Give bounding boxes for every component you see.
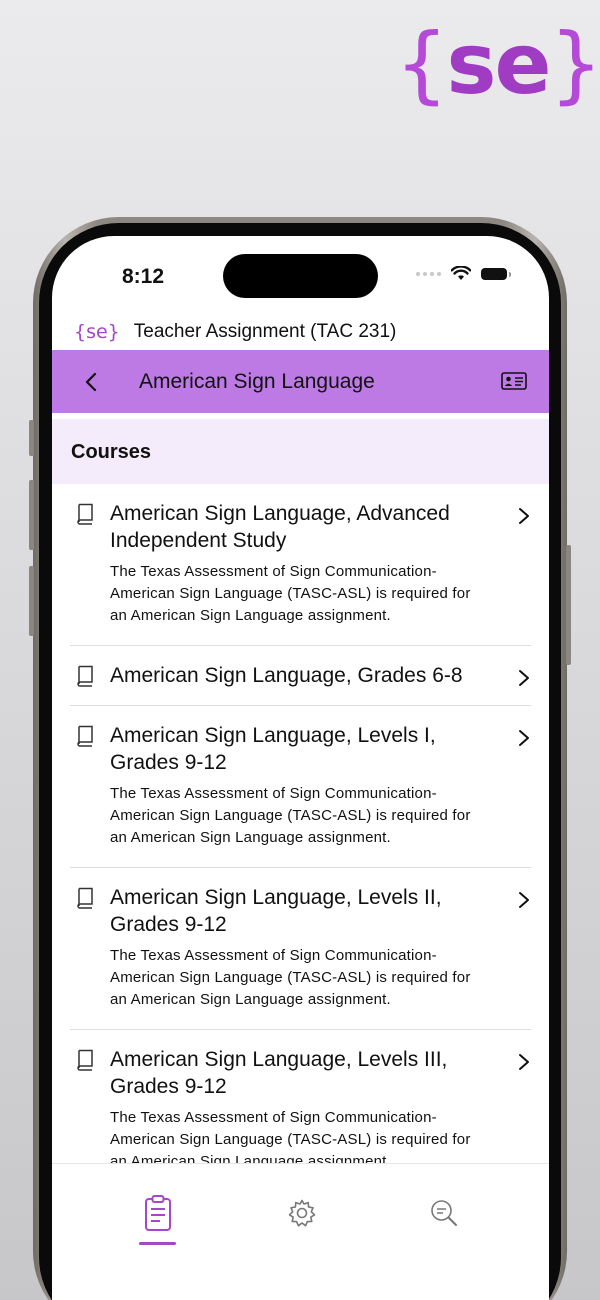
chevron-right-icon	[519, 508, 529, 524]
course-title: American Sign Language, Grades 6-8	[110, 664, 463, 687]
status-icons	[416, 266, 511, 281]
cellular-signal-icon	[416, 271, 441, 276]
tab-bar	[52, 1163, 549, 1300]
app-title: Teacher Assignment (TAC 231)	[133, 321, 397, 342]
contact-card-icon[interactable]	[501, 370, 527, 392]
gear-icon	[288, 1199, 316, 1227]
course-title: American Sign Language, Levels II, Grade…	[110, 886, 442, 936]
clipboard-icon	[145, 1195, 171, 1231]
app-header: {se} Teacher Assignment (TAC 231)	[52, 314, 549, 350]
tab-settings[interactable]	[286, 1194, 318, 1234]
course-item-levels-i[interactable]: American Sign Language, Levels I, Grades…	[70, 706, 531, 868]
phone-screen: 8:12 {se} Teacher Assignment (TAC 231) A…	[52, 236, 549, 1300]
course-description: The Texas Assessment of Sign Communicati…	[110, 947, 471, 1008]
side-button-left-bottom	[29, 566, 34, 636]
course-title: American Sign Language, Levels III, Grad…	[110, 1048, 448, 1098]
brand-logo-open-brace: {	[395, 15, 448, 113]
course-description: The Texas Assessment of Sign Communicati…	[110, 563, 471, 624]
app-logo: {se}	[74, 321, 120, 343]
chevron-right-icon	[519, 1054, 529, 1070]
course-title: American Sign Language, Advanced Indepen…	[110, 502, 450, 552]
course-title: American Sign Language, Levels I, Grades…	[110, 724, 436, 774]
side-button-right	[566, 545, 571, 665]
section-title: Courses	[71, 441, 152, 463]
chevron-right-icon	[519, 730, 529, 746]
courses-section-header: Courses	[52, 419, 549, 484]
chevron-right-icon	[519, 670, 529, 686]
navbar: American Sign Language	[52, 350, 549, 413]
book-icon	[77, 665, 93, 687]
book-icon	[77, 887, 93, 909]
tab-assignments[interactable]	[142, 1194, 174, 1234]
status-time: 8:12	[122, 265, 165, 288]
side-button-left-middle	[29, 480, 34, 550]
course-item-grades-6-8[interactable]: American Sign Language, Grades 6-8	[70, 646, 531, 706]
course-description: The Texas Assessment of Sign Communicati…	[110, 785, 471, 846]
back-chevron-icon[interactable]	[80, 368, 104, 396]
book-icon	[77, 725, 93, 747]
course-item-levels-ii[interactable]: American Sign Language, Levels II, Grade…	[70, 868, 531, 1030]
course-list: American Sign Language, Advanced Indepen…	[52, 484, 549, 1191]
navbar-title: American Sign Language	[139, 370, 375, 393]
brand-logo-close-brace: }	[549, 15, 600, 113]
brand-logo-word: se	[446, 15, 551, 113]
battery-icon	[481, 267, 511, 280]
search-document-icon	[431, 1200, 457, 1226]
chevron-right-icon	[519, 892, 529, 908]
wifi-icon	[451, 266, 471, 280]
brand-logo: {se}	[395, 22, 600, 106]
side-button-left-top	[29, 420, 34, 456]
dynamic-island	[223, 254, 378, 298]
course-item-advanced-independent-study[interactable]: American Sign Language, Advanced Indepen…	[70, 484, 531, 646]
book-icon	[77, 503, 93, 525]
book-icon	[77, 1049, 93, 1071]
active-tab-indicator	[139, 1242, 176, 1245]
tab-search[interactable]	[428, 1194, 460, 1234]
